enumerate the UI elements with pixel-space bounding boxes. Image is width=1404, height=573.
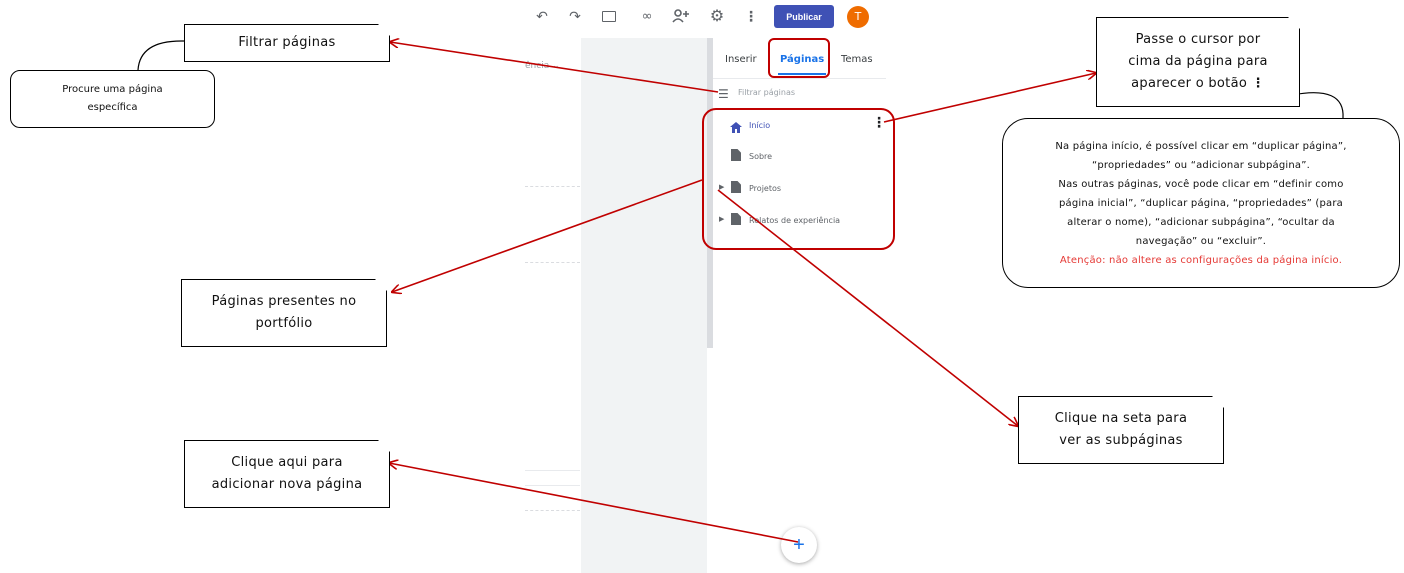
note-filter-line: Procure uma página	[62, 84, 163, 95]
callout-hover-line: aparecer o botão	[1131, 76, 1248, 91]
note-options-line: “propriedades” ou “adicionar subpágina”.	[1091, 159, 1310, 171]
note-options-line: página inicial”, “duplicar página, “prop…	[1058, 197, 1344, 209]
note-options-line: Nas outras páginas, você pode clicar em …	[1058, 178, 1344, 190]
callout-expand: Clique na seta para ver as subpáginas	[1018, 396, 1224, 464]
callout-add-line: adicionar nova página	[211, 477, 363, 492]
note-options: Na página início, é possível clicar em “…	[1002, 118, 1400, 288]
callout-add-line: Clique aqui para	[231, 455, 343, 470]
callout-add: Clique aqui para adicionar nova página	[184, 440, 390, 508]
arrow-pages	[392, 179, 703, 292]
callout-expand-line: Clique na seta para	[1054, 411, 1188, 426]
note-options-line: alterar o nome), “adicionar subpágina”, …	[1067, 216, 1335, 228]
note-filter: Procure uma página específica	[10, 70, 215, 128]
arrow-filter	[390, 42, 719, 93]
callout-pages-line: Páginas presentes no	[211, 294, 357, 309]
more-vert-icon: ⋮	[1251, 76, 1265, 91]
callout-pages: Páginas presentes no portfólio	[181, 279, 387, 347]
note-filter-line: específica	[87, 102, 138, 113]
arrow-expand	[717, 189, 1018, 426]
callout-pages-line: portfólio	[255, 316, 313, 331]
callout-expand-line: ver as subpáginas	[1059, 433, 1183, 448]
note-options-line: navegação” ou “excluir”.	[1135, 235, 1267, 247]
callout-hover-line: Passe o cursor por	[1135, 32, 1261, 47]
callout-hover-line: cima da página para	[1128, 54, 1268, 69]
connector-filter	[137, 40, 185, 71]
note-warning: Atenção: não altere as configurações da …	[1059, 254, 1343, 266]
arrow-add	[389, 463, 799, 543]
callout-hover: Passe o cursor por cima da página para a…	[1096, 17, 1300, 107]
arrow-hover	[883, 73, 1096, 123]
callout-filter: Filtrar páginas	[184, 24, 390, 62]
note-options-line: Na página início, é possível clicar em “…	[1055, 140, 1347, 152]
